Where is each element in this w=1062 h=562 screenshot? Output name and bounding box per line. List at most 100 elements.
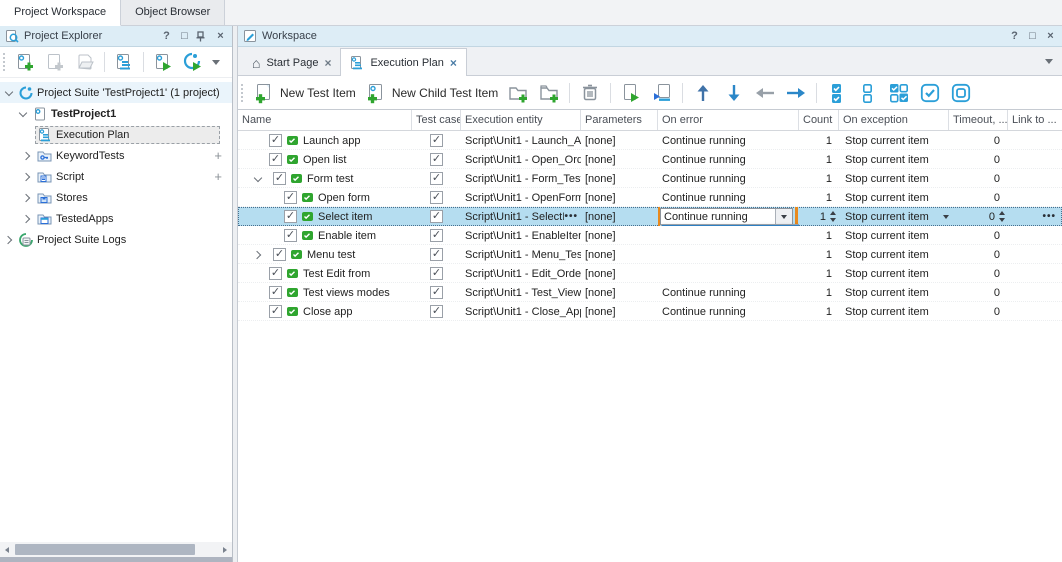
- entity-browse-button[interactable]: •••: [564, 211, 581, 222]
- row-checkbox[interactable]: ✓: [284, 191, 297, 204]
- new-group-button[interactable]: [504, 80, 532, 106]
- on-exception[interactable]: Stop current item: [839, 169, 949, 188]
- execution-entity[interactable]: Script\Unit1 - Launch_App: [461, 131, 581, 150]
- tree-item-testproject1[interactable]: TestProject1: [0, 103, 232, 124]
- selected-tree-item[interactable]: Execution Plan: [35, 126, 220, 144]
- run-selected-item-button[interactable]: [617, 80, 645, 106]
- table-row[interactable]: ✓Test views modes ✓ Script\Unit1 - Test_…: [238, 283, 1062, 302]
- execution-entity[interactable]: Script\Unit1 - EnableItem: [461, 226, 581, 245]
- table-row-selected[interactable]: ✓Select item ✓ Script\Unit1 - SelectItem…: [238, 207, 1062, 226]
- tree-item-testedapps[interactable]: TestedApps: [0, 208, 232, 229]
- timeout[interactable]: 0: [949, 188, 1008, 207]
- run-options-caret[interactable]: [209, 49, 223, 75]
- new-child-test-item-button[interactable]: New Child Test Item: [362, 80, 501, 106]
- count[interactable]: 1: [799, 188, 839, 207]
- tab-project-workspace[interactable]: Project Workspace: [0, 0, 121, 26]
- count[interactable]: 1: [799, 131, 839, 150]
- timeout-spinner[interactable]: [999, 211, 1005, 222]
- on-error[interactable]: Continue running: [658, 169, 799, 188]
- column-header-on-error[interactable]: On error: [658, 110, 799, 130]
- tree-item-script[interactable]: Script +: [0, 166, 232, 187]
- on-exception[interactable]: Stop current item: [839, 226, 949, 245]
- table-row[interactable]: ✓Close app ✓ Script\Unit1 - Close_App [n…: [238, 302, 1062, 321]
- run-from-selected-button[interactable]: [648, 80, 676, 106]
- on-exception-caret[interactable]: [943, 215, 949, 219]
- parameters[interactable]: [none]: [581, 207, 658, 226]
- run-project-suite-button[interactable]: [179, 49, 207, 75]
- column-header-timeout[interactable]: Timeout, ...: [949, 110, 1008, 130]
- chevron-right-icon[interactable]: [21, 150, 33, 162]
- count-spinner[interactable]: [830, 211, 836, 222]
- chevron-down-icon[interactable]: [3, 87, 15, 99]
- scroll-right-arrow[interactable]: [218, 542, 232, 557]
- on-error[interactable]: [658, 264, 799, 283]
- test-case-checkbox[interactable]: ✓: [430, 305, 443, 318]
- parameters[interactable]: [none]: [581, 150, 658, 169]
- disable-selected-icon[interactable]: [947, 80, 975, 106]
- table-row[interactable]: ✓Test Edit from ✓ Script\Unit1 - Edit_Or…: [238, 264, 1062, 283]
- count[interactable]: 1: [799, 226, 839, 245]
- column-header-execution-entity[interactable]: Execution entity: [461, 110, 581, 130]
- open-item-button[interactable]: [71, 49, 99, 75]
- timeout[interactable]: 0: [989, 211, 995, 223]
- parameters[interactable]: [none]: [581, 131, 658, 150]
- execution-entity[interactable]: Script\Unit1 - Close_App: [461, 302, 581, 321]
- row-checkbox[interactable]: ✓: [269, 305, 282, 318]
- count[interactable]: 1: [799, 264, 839, 283]
- on-error[interactable]: Continue running: [658, 150, 799, 169]
- execution-entity[interactable]: Script\Unit1 - Test_Views: [461, 283, 581, 302]
- count[interactable]: 1: [799, 169, 839, 188]
- on-exception[interactable]: Stop current item: [839, 131, 949, 150]
- count[interactable]: 1: [799, 245, 839, 264]
- timeout[interactable]: 0: [949, 226, 1008, 245]
- enable-selected-icon[interactable]: [916, 80, 944, 106]
- tab-list-caret[interactable]: [1045, 59, 1053, 64]
- execution-entity[interactable]: Script\Unit1 - OpenForm: [461, 188, 581, 207]
- timeout[interactable]: 0: [949, 245, 1008, 264]
- on-error[interactable]: Continue running: [658, 302, 799, 321]
- parameters[interactable]: [none]: [581, 283, 658, 302]
- test-case-checkbox[interactable]: ✓: [430, 210, 443, 223]
- table-row[interactable]: ✓Form test ✓ Script\Unit1 - Form_Test [n…: [238, 169, 1062, 188]
- link-to[interactable]: [1008, 169, 1062, 188]
- link-to[interactable]: [1008, 264, 1062, 283]
- count[interactable]: 1: [799, 302, 839, 321]
- count[interactable]: 1: [820, 211, 826, 223]
- maximize-icon[interactable]: □: [178, 30, 191, 42]
- run-project-button[interactable]: [149, 49, 177, 75]
- count[interactable]: 1: [799, 283, 839, 302]
- test-case-checkbox[interactable]: ✓: [430, 286, 443, 299]
- table-row[interactable]: ✓Enable item ✓ Script\Unit1 - EnableItem…: [238, 226, 1062, 245]
- column-header-test-case[interactable]: Test case: [412, 110, 461, 130]
- disable-all-items-icon[interactable]: [854, 80, 882, 106]
- toggle-items-icon[interactable]: [885, 80, 913, 106]
- on-exception[interactable]: Stop current item: [839, 264, 949, 283]
- test-case-checkbox[interactable]: ✓: [430, 153, 443, 166]
- on-error[interactable]: Continue running: [658, 188, 799, 207]
- table-row[interactable]: ✓Menu test ✓ Script\Unit1 - Menu_Test [n…: [238, 245, 1062, 264]
- on-exception[interactable]: Stop current item: [839, 150, 949, 169]
- parameters[interactable]: [none]: [581, 169, 658, 188]
- timeout[interactable]: 0: [949, 131, 1008, 150]
- add-button[interactable]: +: [214, 169, 228, 184]
- close-tab-icon[interactable]: ×: [450, 56, 457, 70]
- row-checkbox[interactable]: ✓: [269, 267, 282, 280]
- on-exception[interactable]: Stop current item: [839, 283, 949, 302]
- toolbar-grip[interactable]: [241, 84, 244, 102]
- scroll-left-arrow[interactable]: [0, 542, 14, 557]
- parameters[interactable]: [none]: [581, 302, 658, 321]
- link-to[interactable]: [1008, 302, 1062, 321]
- link-to[interactable]: [1008, 283, 1062, 302]
- row-checkbox[interactable]: ✓: [284, 210, 297, 223]
- close-icon[interactable]: ×: [214, 30, 227, 42]
- tree-item-project-suite-logs[interactable]: Project Suite Logs: [0, 229, 232, 250]
- add-button[interactable]: +: [214, 148, 228, 163]
- link-to[interactable]: [1008, 150, 1062, 169]
- timeout[interactable]: 0: [949, 302, 1008, 321]
- delete-icon[interactable]: [576, 80, 604, 106]
- row-checkbox[interactable]: ✓: [273, 172, 286, 185]
- table-row[interactable]: ✓Launch app ✓ Script\Unit1 - Launch_App …: [238, 131, 1062, 150]
- help-icon[interactable]: ?: [160, 30, 173, 42]
- close-tab-icon[interactable]: ×: [324, 56, 331, 70]
- chevron-right-icon[interactable]: [253, 250, 263, 260]
